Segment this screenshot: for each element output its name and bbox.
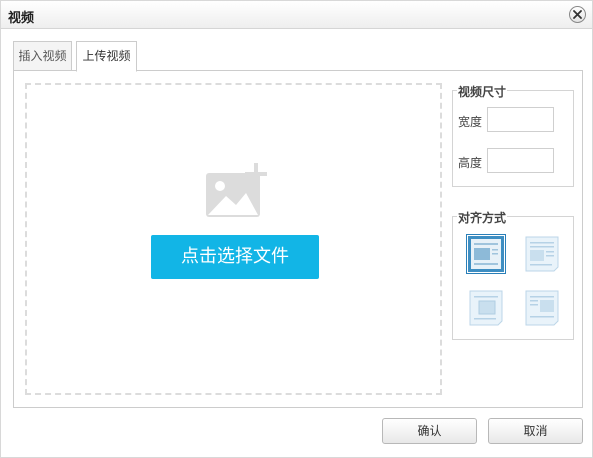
align-right-button[interactable] [467, 289, 505, 327]
height-input[interactable] [487, 148, 554, 173]
align-center-button[interactable] [523, 289, 561, 327]
close-button[interactable] [569, 6, 586, 23]
alignment-group: 对齐方式 [452, 209, 574, 340]
video-size-group: 视频尺寸 宽度 高度 [452, 83, 574, 187]
choose-file-button[interactable]: 点击选择文件 [151, 235, 319, 279]
align-left-icon [523, 236, 561, 276]
confirm-button[interactable]: 确认 [382, 418, 477, 444]
align-none-button[interactable] [466, 234, 506, 276]
video-size-legend: 视频尺寸 [457, 83, 508, 100]
width-label: 宽度 [458, 115, 483, 129]
width-input[interactable] [487, 107, 554, 132]
add-image-icon [204, 162, 268, 222]
video-dialog: 视频 插入视频 上传视频 点击选择文件 视频尺寸 宽度 高度 对齐方式 确认 取… [0, 0, 593, 458]
align-left-button[interactable] [523, 235, 561, 273]
tab-upload-video[interactable]: 上传视频 [76, 41, 137, 72]
upload-panel: 点击选择文件 视频尺寸 宽度 高度 对齐方式 [13, 70, 583, 408]
dialog-title: 视频 [8, 11, 35, 26]
align-center-icon [523, 290, 561, 330]
upload-dropzone[interactable]: 点击选择文件 [25, 83, 442, 395]
tab-insert-video[interactable]: 插入视频 [13, 41, 72, 71]
cancel-button[interactable]: 取消 [488, 418, 583, 444]
align-right-icon [467, 290, 505, 330]
title-bar: 视频 [1, 1, 592, 29]
align-none-icon [467, 236, 505, 276]
height-label: 高度 [458, 156, 483, 170]
alignment-legend: 对齐方式 [457, 209, 508, 226]
